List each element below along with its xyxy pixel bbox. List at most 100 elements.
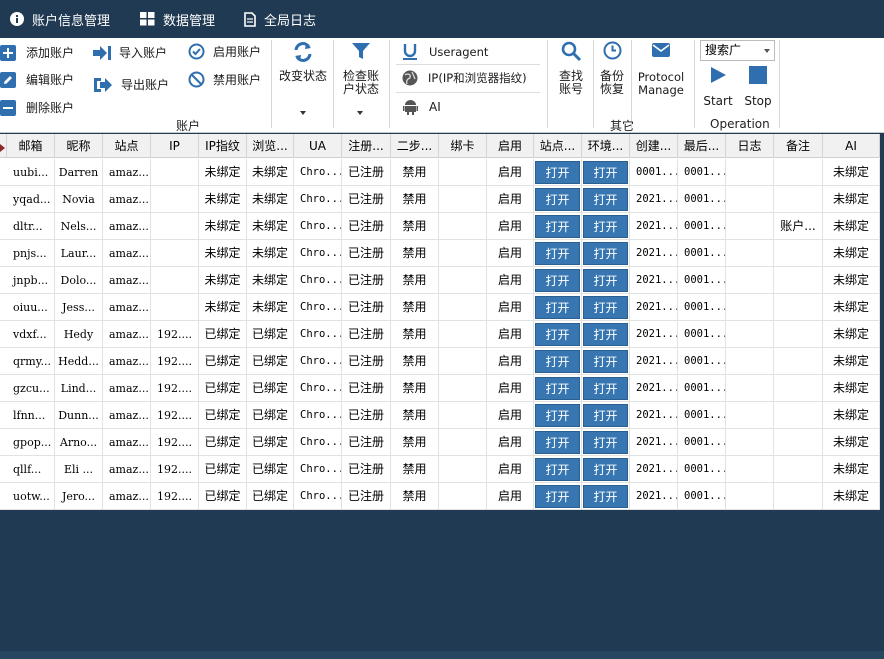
table-row[interactable]: uubi... Darren amaz... 未绑定 未绑定 Chro... 已注册 禁用 启用… bbox=[0, 159, 880, 186]
open-environment-button[interactable]: 打开 bbox=[583, 431, 628, 454]
check-status-button[interactable]: 检查账户状态 bbox=[338, 41, 384, 96]
cell-site: amaz... bbox=[103, 159, 151, 186]
ip-fingerprint-button[interactable]: IP(IP和浏览器指纹) bbox=[402, 70, 527, 86]
cell-ua: Chro... bbox=[294, 375, 342, 402]
open-environment-button[interactable]: 打开 bbox=[583, 350, 628, 373]
column-header-env-open[interactable]: 环境... bbox=[582, 134, 630, 158]
cell-ip-fingerprint: 未绑定 bbox=[199, 213, 247, 240]
cell-ip-fingerprint: 已绑定 bbox=[199, 348, 247, 375]
open-environment-button[interactable]: 打开 bbox=[583, 458, 628, 481]
column-header-bind-card[interactable]: 绑卡 bbox=[439, 134, 487, 158]
table-row[interactable]: gzcu... Lind... amaz... 192.... 已绑定 已绑定 Chro..… bbox=[0, 375, 880, 402]
cell-two-step: 禁用 bbox=[391, 429, 439, 456]
cell-register: 已注册 bbox=[342, 429, 391, 456]
open-site-button[interactable]: 打开 bbox=[535, 485, 580, 508]
cell-created: 0001... bbox=[630, 159, 678, 186]
column-header-remark[interactable]: 备注 bbox=[774, 134, 823, 158]
column-header-log[interactable]: 日志 bbox=[726, 134, 774, 158]
column-header-last[interactable]: 最后... bbox=[678, 134, 726, 158]
table-row[interactable]: lfnn... Dunn... amaz... 192.... 已绑定 已绑定 Chro..… bbox=[0, 402, 880, 429]
cell-two-step: 禁用 bbox=[391, 375, 439, 402]
table-row[interactable]: oiuu... Jess... amaz... 未绑定 未绑定 Chro... 已注册 禁用启… bbox=[0, 294, 880, 321]
table-row[interactable]: uotw... Jero... amaz... 192.... 已绑定 已绑定 Chro..… bbox=[0, 483, 880, 510]
ai-button[interactable]: AI bbox=[403, 99, 441, 115]
cell-remark bbox=[774, 159, 823, 186]
open-site-button[interactable]: 打开 bbox=[535, 296, 580, 319]
open-site-button[interactable]: 打开 bbox=[535, 242, 580, 265]
cell-bind-card bbox=[439, 240, 487, 267]
add-account-button[interactable]: 添加账户 bbox=[0, 44, 74, 61]
change-status-dropdown-caret[interactable] bbox=[300, 111, 306, 115]
open-environment-button[interactable]: 打开 bbox=[583, 404, 628, 427]
open-site-button[interactable]: 打开 bbox=[535, 404, 580, 427]
column-header-ip-fingerprint[interactable]: IP指纹 bbox=[199, 134, 247, 158]
open-environment-button[interactable]: 打开 bbox=[583, 377, 628, 400]
open-site-button[interactable]: 打开 bbox=[535, 161, 580, 184]
column-header-enable[interactable]: 启用 bbox=[487, 134, 534, 158]
open-site-button[interactable]: 打开 bbox=[535, 269, 580, 292]
column-header-ua[interactable]: UA bbox=[294, 134, 342, 158]
edit-account-button[interactable]: 编辑账户 bbox=[0, 71, 74, 88]
cell-site-open: 打开 bbox=[534, 348, 582, 375]
cell-log bbox=[726, 240, 774, 267]
column-header-site[interactable]: 站点 bbox=[103, 134, 151, 158]
open-environment-button[interactable]: 打开 bbox=[583, 485, 628, 508]
open-environment-button[interactable]: 打开 bbox=[583, 242, 628, 265]
cell-remark bbox=[774, 348, 823, 375]
open-environment-button[interactable]: 打开 bbox=[583, 215, 628, 238]
check-status-dropdown-caret[interactable] bbox=[357, 111, 363, 115]
column-header-register[interactable]: 注册... bbox=[342, 134, 391, 158]
open-site-button[interactable]: 打开 bbox=[535, 377, 580, 400]
cell-site: amaz... bbox=[103, 402, 151, 429]
cell-log bbox=[726, 348, 774, 375]
disable-account-button[interactable]: 禁用账户 bbox=[188, 71, 261, 88]
stop-button[interactable]: Stop bbox=[742, 66, 774, 108]
table-row[interactable]: jnpb... Dolo... amaz... 未绑定 未绑定 Chro... 已注册 禁用启… bbox=[0, 267, 880, 294]
backup-restore-button[interactable]: 备份恢复 bbox=[595, 41, 629, 96]
table-row[interactable]: qllf... Eli ... amaz... 192.... 已绑定 已绑定 Chro..… bbox=[0, 456, 880, 483]
divider bbox=[396, 64, 540, 65]
column-header-created[interactable]: 创建... bbox=[630, 134, 678, 158]
open-environment-button[interactable]: 打开 bbox=[583, 323, 628, 346]
open-site-button[interactable]: 打开 bbox=[535, 215, 580, 238]
find-account-button[interactable]: 查找账号 bbox=[553, 41, 589, 96]
export-account-button[interactable]: 导出账户 bbox=[93, 76, 169, 93]
table-row[interactable]: dltr... Nels... amaz... 未绑定 未绑定 Chro... 已注册 禁用启… bbox=[0, 213, 880, 240]
tab-data-management[interactable]: 数据管理 bbox=[140, 0, 215, 38]
cell-browser: 已绑定 bbox=[247, 402, 294, 429]
protocol-manage-button[interactable]: Protocol Manage bbox=[634, 42, 688, 97]
cell-browser: 未绑定 bbox=[247, 240, 294, 267]
open-site-button[interactable]: 打开 bbox=[535, 188, 580, 211]
tab-global-log[interactable]: 全局日志 bbox=[244, 0, 316, 38]
column-header-nickname[interactable]: 昵称 bbox=[55, 134, 103, 158]
search-combo[interactable]: 搜索广 bbox=[700, 40, 775, 61]
change-status-button[interactable]: 改变状态 bbox=[277, 41, 329, 83]
open-environment-button[interactable]: 打开 bbox=[583, 188, 628, 211]
open-site-button[interactable]: 打开 bbox=[535, 323, 580, 346]
cell-ip bbox=[151, 294, 199, 321]
table-row[interactable]: qrmy... Hedd... amaz... 192.... 已绑定 已绑定 Chro..… bbox=[0, 348, 880, 375]
open-environment-button[interactable]: 打开 bbox=[583, 296, 628, 319]
delete-account-button[interactable]: 删除账户 bbox=[0, 99, 74, 116]
open-environment-button[interactable]: 打开 bbox=[583, 269, 628, 292]
tab-account-info[interactable]: 账户信息管理 bbox=[10, 0, 110, 38]
open-site-button[interactable]: 打开 bbox=[535, 431, 580, 454]
table-row[interactable]: pnjs... Laur... amaz... 未绑定 未绑定 Chro... 已注册 禁用启… bbox=[0, 240, 880, 267]
column-header-two-step[interactable]: 二步... bbox=[391, 134, 439, 158]
column-header-ai[interactable]: AI bbox=[823, 134, 880, 158]
column-header-site-open[interactable]: 站点... bbox=[534, 134, 582, 158]
table-row[interactable]: vdxf... Hedy amaz... 192.... 已绑定 已绑定 Chro... 已注… bbox=[0, 321, 880, 348]
enable-account-button[interactable]: 启用账户 bbox=[188, 43, 261, 60]
import-account-button[interactable]: 导入账户 bbox=[93, 44, 167, 61]
table-row[interactable]: yqad... Novia amaz... 未绑定 未绑定 Chro... 已注册 禁用 启用打… bbox=[0, 186, 880, 213]
column-header-browser[interactable]: 浏览... bbox=[247, 134, 294, 158]
separator bbox=[631, 40, 632, 128]
open-environment-button[interactable]: 打开 bbox=[583, 161, 628, 184]
open-site-button[interactable]: 打开 bbox=[535, 458, 580, 481]
column-header-email[interactable]: 邮箱 bbox=[7, 134, 55, 158]
useragent-button[interactable]: Useragent bbox=[402, 43, 488, 60]
start-button[interactable]: Start bbox=[701, 66, 735, 108]
open-site-button[interactable]: 打开 bbox=[535, 350, 580, 373]
column-header-ip[interactable]: IP bbox=[151, 134, 199, 158]
table-row[interactable]: gpop... Arno... amaz... 192.... 已绑定 已绑定 Chro..… bbox=[0, 429, 880, 456]
